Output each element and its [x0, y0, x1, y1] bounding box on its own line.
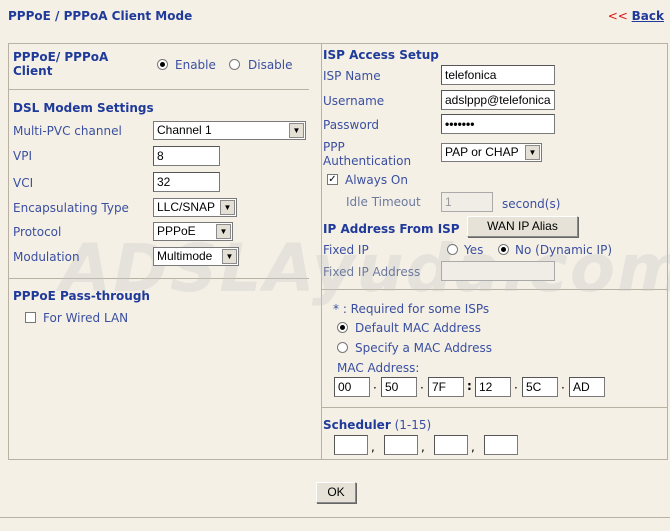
divider — [322, 407, 668, 408]
back-prefix: << — [607, 9, 632, 23]
isp-name-label: ISP Name — [323, 69, 381, 83]
always-on-label: Always On — [345, 173, 408, 187]
mac-address-title: MAC Address: — [337, 361, 420, 375]
mac-octet-3[interactable] — [428, 377, 464, 397]
mac-separator: · — [561, 381, 565, 395]
seconds-label: second(s) — [502, 197, 561, 211]
encapsulating-type-label: Encapsulating Type — [13, 201, 129, 215]
column-divider — [321, 44, 322, 459]
chevron-down-icon: ▼ — [289, 123, 304, 138]
ppp-authentication-select[interactable]: PAP or CHAP ▼ — [441, 143, 542, 162]
modulation-value: Multimode — [157, 249, 213, 263]
enable-label: Enable — [175, 58, 216, 72]
idle-timeout-label: Idle Timeout — [346, 195, 421, 209]
vpi-input[interactable] — [153, 146, 220, 166]
username-input[interactable] — [441, 90, 555, 110]
required-note: * : Required for some ISPs — [333, 302, 490, 316]
vpi-label: VPI — [13, 149, 32, 163]
fixed-ip-address-label: Fixed IP Address — [323, 265, 421, 279]
chevron-down-icon: ▼ — [525, 145, 540, 160]
scheduler-slot-3[interactable] — [434, 435, 468, 455]
disable-radio[interactable] — [229, 59, 240, 70]
disable-label: Disable — [248, 58, 293, 72]
isp-name-input[interactable] — [441, 65, 555, 85]
mac-separator: · — [420, 381, 424, 395]
ppp-authentication-label: PPP Authentication — [323, 140, 412, 168]
username-label: Username — [323, 94, 385, 108]
chevron-down-icon: ▼ — [216, 224, 231, 239]
default-mac-label: Default MAC Address — [355, 321, 481, 335]
ip-address-title: IP Address From ISP — [323, 222, 460, 236]
vci-input[interactable] — [153, 172, 220, 192]
footer-divider — [0, 517, 670, 518]
enable-radio[interactable] — [157, 59, 168, 70]
modulation-select[interactable]: Multimode ▼ — [153, 247, 239, 266]
divider — [9, 89, 309, 90]
fixed-ip-yes-radio[interactable] — [447, 244, 458, 255]
scheduler-heading: Scheduler (1-15) — [323, 418, 431, 432]
mac-separator: · — [514, 381, 518, 395]
dsl-settings-title: DSL Modem Settings — [13, 101, 154, 115]
encapsulating-type-select[interactable]: LLC/SNAP ▼ — [153, 198, 237, 217]
divider — [9, 278, 309, 279]
mac-separator: · — [373, 381, 377, 395]
pppoe-passthrough-title: PPPoE Pass-through — [13, 289, 150, 303]
multi-pvc-value: Channel 1 — [157, 123, 212, 137]
wan-ip-alias-button[interactable]: WAN IP Alias — [467, 216, 578, 237]
specify-mac-radio[interactable] — [337, 342, 348, 353]
page-title: PPPoE / PPPoA Client Mode — [8, 9, 193, 23]
ok-button[interactable]: OK — [316, 482, 356, 503]
modulation-label: Modulation — [13, 250, 80, 264]
multi-pvc-select[interactable]: Channel 1 ▼ — [153, 121, 306, 140]
mac-separator: : — [467, 379, 472, 393]
scheduler-slot-2[interactable] — [384, 435, 418, 455]
back-link[interactable]: << Back — [608, 9, 664, 23]
scheduler-range: (1-15) — [394, 418, 432, 432]
specify-mac-label: Specify a MAC Address — [355, 341, 492, 355]
mac-octet-5[interactable] — [522, 377, 558, 397]
isp-access-title: ISP Access Setup — [323, 48, 439, 62]
back-label[interactable]: Back — [632, 9, 664, 23]
chevron-down-icon: ▼ — [220, 200, 235, 215]
scheduler-slot-1[interactable] — [334, 435, 368, 455]
password-input[interactable] — [441, 114, 555, 134]
scheduler-separator: , — [421, 440, 425, 454]
mac-octet-2[interactable] — [381, 377, 417, 397]
idle-timeout-input[interactable] — [441, 192, 493, 212]
fixed-ip-no-label: No (Dynamic IP) — [515, 243, 613, 257]
encapsulating-type-value: LLC/SNAP — [157, 200, 216, 214]
fixed-ip-yes-label: Yes — [464, 243, 484, 257]
fixed-ip-address-input[interactable] — [441, 261, 555, 281]
scheduler-title: Scheduler — [323, 418, 391, 432]
protocol-label: Protocol — [13, 225, 62, 239]
fixed-ip-no-radio[interactable] — [498, 244, 509, 255]
client-label: PPPoE/ PPPoA Client — [13, 50, 109, 78]
protocol-select[interactable]: PPPoE ▼ — [153, 222, 233, 241]
mac-octet-6[interactable] — [569, 377, 605, 397]
scheduler-separator: , — [371, 440, 375, 454]
protocol-value: PPPoE — [157, 224, 196, 238]
vci-label: VCI — [13, 176, 34, 190]
wired-lan-label: For Wired LAN — [43, 311, 129, 325]
fixed-ip-label: Fixed IP — [323, 243, 369, 257]
ppp-authentication-value: PAP or CHAP — [445, 145, 519, 159]
scheduler-separator: , — [471, 440, 475, 454]
default-mac-radio[interactable] — [337, 322, 348, 333]
chevron-down-icon: ▼ — [222, 249, 237, 264]
password-label: Password — [323, 118, 380, 132]
always-on-checkbox[interactable]: ✓ — [327, 174, 338, 185]
mac-octet-1[interactable] — [334, 377, 370, 397]
wired-lan-checkbox[interactable] — [25, 312, 36, 323]
scheduler-slot-4[interactable] — [484, 435, 518, 455]
multi-pvc-label: Multi-PVC channel — [13, 124, 122, 138]
mac-octet-4[interactable] — [475, 377, 511, 397]
divider — [322, 289, 668, 290]
